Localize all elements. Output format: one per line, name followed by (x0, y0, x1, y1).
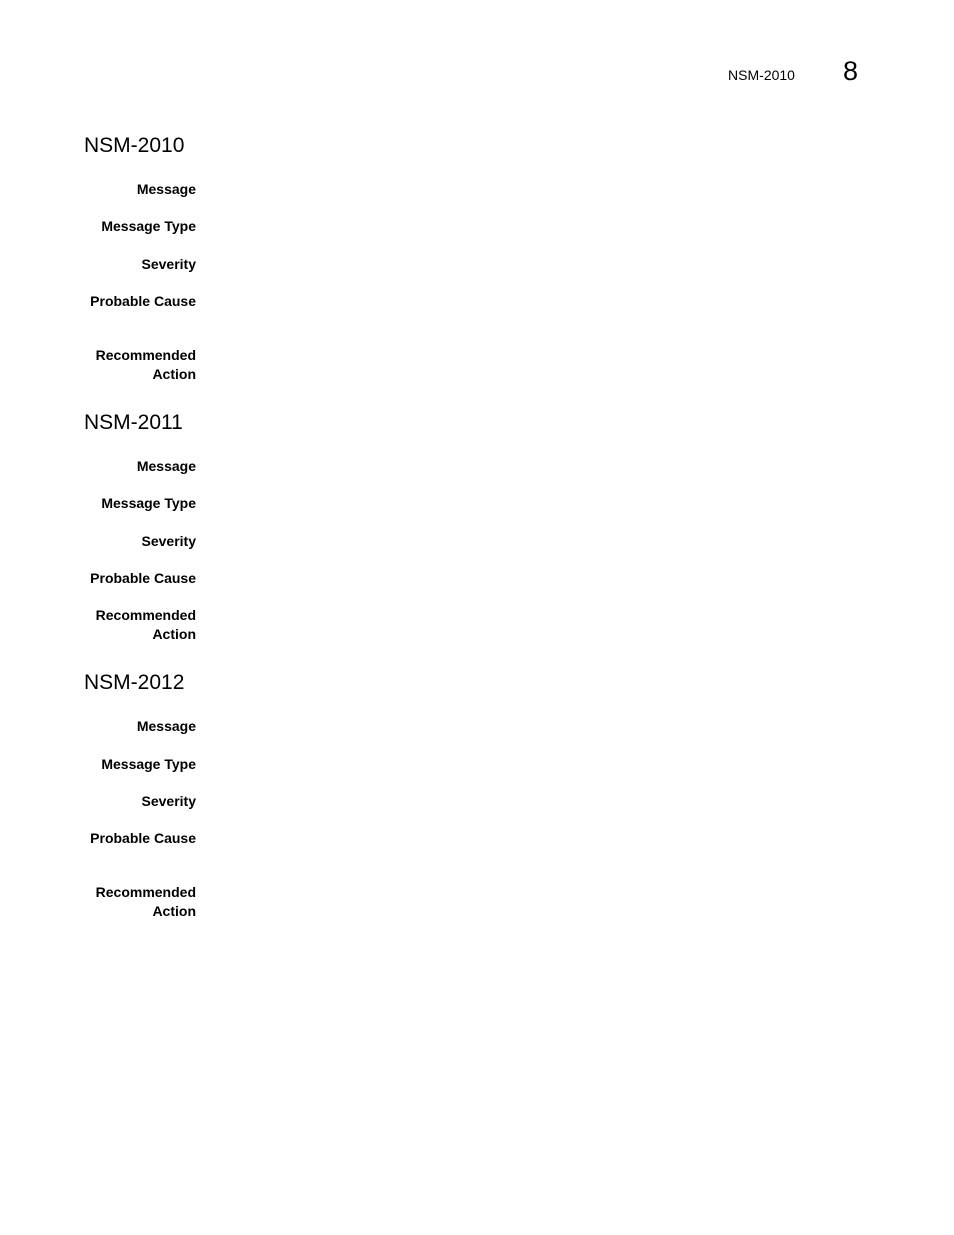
label-line: Action (152, 366, 196, 382)
field-label-message: Message (136, 181, 196, 197)
entry-title: NSM-2010 (84, 134, 185, 157)
label-line: Recommended (95, 607, 196, 623)
chapter-number: 8 (842, 56, 858, 86)
entry-title: NSM-2012 (84, 671, 185, 694)
entry-nsm-2010: NSM-2010 Message Message Type Severity P… (84, 134, 864, 382)
label-line: Action (152, 626, 196, 642)
field-label-probable-cause: Probable Cause (90, 293, 196, 309)
field-label-probable-cause: Probable Cause (90, 830, 196, 846)
field-label-probable-cause: Probable Cause (90, 570, 196, 586)
field-label-message-type: Message Type (101, 495, 196, 511)
field-label-severity: Severity (141, 793, 196, 809)
entry-title: NSM-2011 (84, 411, 183, 434)
field-label-severity: Severity (141, 256, 196, 272)
label-line: Recommended (95, 884, 196, 900)
field-label-message-type: Message Type (101, 756, 196, 772)
field-label-message: Message (136, 718, 196, 734)
running-header: NSM-2010 8 (728, 56, 858, 87)
field-label-message-type: Message Type (101, 218, 196, 234)
entry-nsm-2012: NSM-2012 Message Message Type Severity P… (84, 671, 864, 919)
label-line: Action (152, 903, 196, 919)
field-label-recommended-action: Recommended Action (84, 346, 196, 384)
field-label-recommended-action: Recommended Action (84, 883, 196, 921)
label-line: Recommended (95, 347, 196, 363)
entry-nsm-2011: NSM-2011 Message Message Type Severity P… (84, 411, 864, 642)
running-title: NSM-2010 (728, 67, 795, 83)
field-label-severity: Severity (141, 533, 196, 549)
field-label-recommended-action: Recommended Action (84, 606, 196, 644)
field-label-message: Message (136, 458, 196, 474)
